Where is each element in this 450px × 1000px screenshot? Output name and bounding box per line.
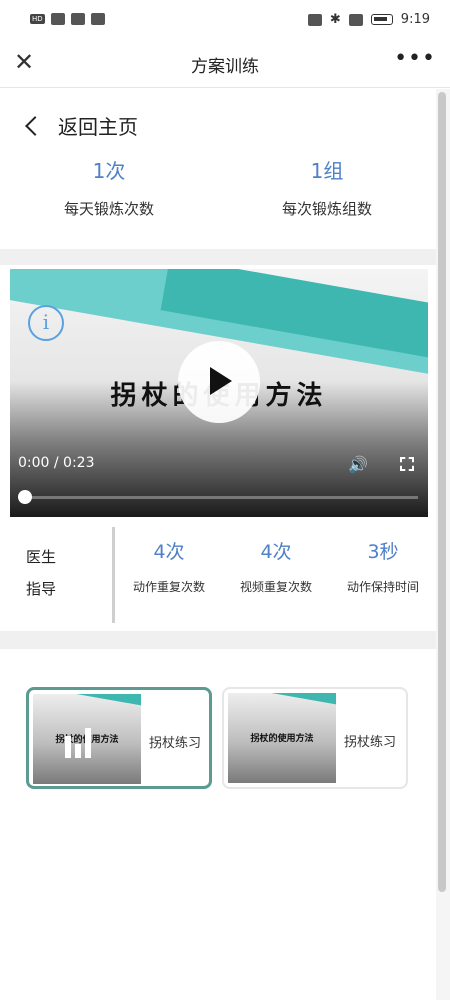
exercise-card[interactable]: 拐杖的使用方法 拐杖练习 [26,687,212,789]
back-button[interactable]: 返回主页 [25,111,138,140]
play-button[interactable] [178,341,260,423]
more-icon[interactable]: ••• [394,46,436,71]
stat-value: 3秒 [367,541,399,563]
back-label: 返回主页 [58,115,138,139]
status-bar: HD ✱ 9:19 [0,0,450,40]
video-player[interactable]: i 拐杖的使用方法 0:00 / 0:23 🔊 [10,269,428,517]
doctor-guidance: 医生 指导 4次 动作重复次数 4次 视频重复次数 3秒 动作保持时间 [0,519,436,629]
main-content: 返回主页 1次 每天锻炼次数 1组 每次锻炼组数 i 拐杖的使用方法 0:00 … [0,89,436,1000]
stat-sets-per-session: 1组 每次锻炼组数 [218,155,436,219]
fullscreen-icon[interactable] [400,457,414,471]
stat-label: 视频重复次数 [239,580,312,594]
page-title: 方案训练 [191,57,259,77]
doctor-label: 医生 指导 [26,541,56,605]
status-time: 9:19 [400,12,430,27]
stat-daily-sessions: 1次 每天锻炼次数 [0,155,218,219]
exercise-name: 拐杖练习 [149,736,202,751]
section-divider [0,631,436,649]
exercise-name: 拐杖练习 [344,735,397,750]
video-progress-handle[interactable] [18,490,32,504]
doctor-label-line2: 指导 [26,580,57,598]
data-icon [90,13,105,25]
chevron-left-icon [25,115,45,136]
stat-action-repeats: 4次 动作重复次数 [114,537,224,595]
stat-value: 1次 [92,159,126,183]
now-playing-icon [65,728,91,758]
hd-badge: HD [30,14,45,24]
battery-icon [370,14,393,25]
stat-hold-time: 3秒 动作保持时间 [328,537,438,595]
video-time: 0:00 / 0:23 [18,455,95,471]
title-bar: ✕ 方案训练 ••• [0,40,450,88]
exercise-thumbnail: 拐杖的使用方法 [33,694,141,784]
status-left: HD [30,13,105,25]
wifi-icon [70,13,85,25]
stat-video-repeats: 4次 视频重复次数 [221,537,331,595]
info-icon[interactable]: i [28,305,64,341]
doctor-label-line1: 医生 [26,548,57,566]
status-right: ✱ 9:19 [307,12,430,27]
stat-label: 动作保持时间 [346,580,419,594]
stat-value: 4次 [153,541,185,563]
thumb-decor-band [228,693,336,719]
volume-icon[interactable]: 🔊 [348,455,368,474]
stat-label: 每次锻炼组数 [281,200,372,218]
play-icon [210,367,232,395]
exercise-card[interactable]: 拐杖的使用方法 拐杖练习 [222,687,408,789]
signal-icon [50,13,65,25]
bluetooth-icon: ✱ [329,12,341,27]
video-progress-bar[interactable] [24,496,418,499]
thumb-title: 拐杖的使用方法 [250,734,314,744]
stat-value: 4次 [260,541,292,563]
scrollbar[interactable] [438,92,446,892]
exercise-thumbnail: 拐杖的使用方法 [228,693,336,783]
stat-value: 1组 [310,159,344,183]
stat-label: 每天锻炼次数 [63,200,154,218]
mute-icon [348,13,363,26]
section-divider [0,249,436,265]
thumb-decor-band [33,694,141,720]
plan-stats: 1次 每天锻炼次数 1组 每次锻炼组数 [0,155,436,219]
nfc-icon [307,13,322,26]
stat-label: 动作重复次数 [132,580,205,594]
